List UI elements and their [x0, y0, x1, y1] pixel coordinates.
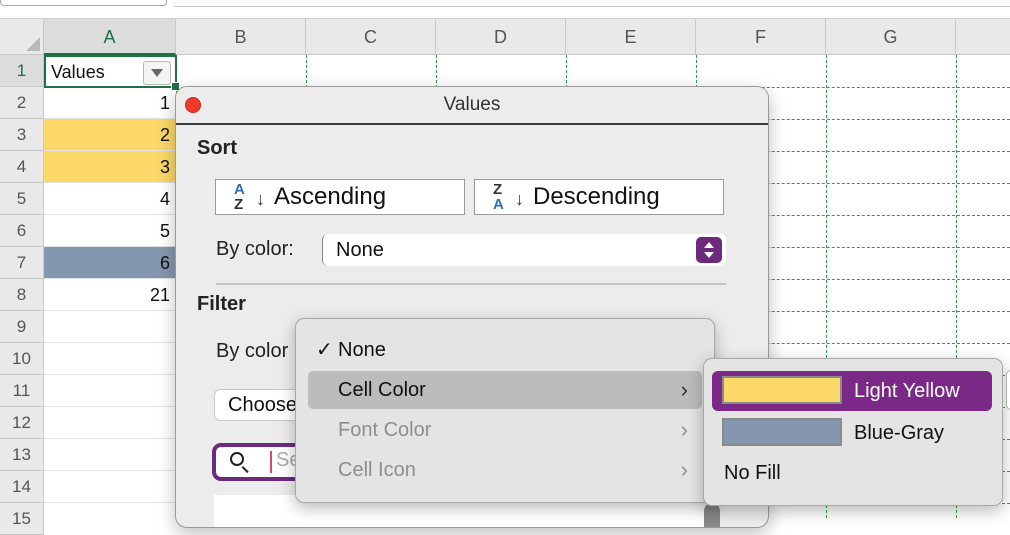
descending-label: Descending [533, 183, 660, 210]
sort-descending-icon: Z A ↓ [493, 181, 524, 213]
partial-button[interactable] [1006, 370, 1010, 410]
search-icon [230, 452, 244, 466]
submenu-item-label: Blue-Gray [854, 422, 945, 444]
cell-a6[interactable]: 5 [44, 215, 176, 247]
row-header-4[interactable]: 4 [0, 151, 44, 183]
row-header-8[interactable]: 8 [0, 279, 44, 311]
sort-by-color-select[interactable]: None [322, 234, 726, 266]
row-header-14[interactable]: 14 [0, 471, 44, 503]
cell-a2[interactable]: 1 [44, 87, 176, 119]
name-box[interactable] [0, 0, 167, 6]
close-button[interactable] [185, 97, 201, 113]
row-header-1[interactable]: 1 [0, 55, 44, 87]
column-header-b[interactable]: B [176, 19, 306, 55]
menu-item-label: Cell Color [338, 379, 426, 401]
cell-a11[interactable] [44, 375, 176, 407]
filter-by-color-label: By color [216, 340, 289, 362]
filter-heading: Filter [197, 293, 246, 315]
menu-item-none[interactable]: ✓ None [308, 331, 702, 369]
submenu-item-light-yellow[interactable]: Light Yellow [712, 371, 992, 411]
sort-ascending-icon: A Z ↓ [234, 181, 265, 213]
chevron-right-icon: › [680, 457, 688, 482]
column-header-h[interactable] [956, 19, 1010, 55]
cell-a5[interactable]: 4 [44, 183, 176, 215]
dialog-title: Values [176, 87, 768, 125]
submenu-item-label: No Fill [724, 462, 781, 484]
list-scrollbar[interactable] [704, 503, 720, 527]
select-all-corner[interactable] [0, 19, 44, 55]
color-swatch [722, 376, 842, 404]
header-cell-label: Values [51, 62, 105, 82]
cell-a3[interactable]: 2 [44, 119, 176, 151]
sort-heading: Sort [197, 137, 237, 159]
column-header-g[interactable]: G [826, 19, 956, 55]
menu-item-label: None [338, 339, 386, 361]
select-stepper-icon [696, 237, 722, 263]
menu-item-font-color[interactable]: Font Color › [308, 411, 702, 449]
cell-color-submenu: Light Yellow Blue-Gray No Fill [703, 358, 1003, 506]
formula-bar-border [174, 6, 1010, 7]
menu-item-cell-icon[interactable]: Cell Icon › [308, 451, 702, 489]
row-header-6[interactable]: 6 [0, 215, 44, 247]
menu-item-label: Font Color [338, 419, 432, 441]
cell-a10[interactable] [44, 343, 176, 375]
column-header-f[interactable]: F [696, 19, 826, 55]
filter-color-menu: ✓ None Cell Color › Font Color › Cell Ic… [295, 318, 715, 503]
row-header-11[interactable]: 11 [0, 375, 44, 407]
menu-item-cell-color[interactable]: Cell Color › [308, 371, 702, 409]
submenu-item-label: Light Yellow [854, 380, 960, 402]
row-header-12[interactable]: 12 [0, 407, 44, 439]
filter-dropdown-button[interactable] [143, 61, 171, 85]
cell-a9[interactable] [44, 311, 176, 343]
menu-item-label: Cell Icon [338, 459, 416, 481]
cell-a4[interactable]: 3 [44, 151, 176, 183]
sort-by-color-label: By color: [216, 238, 294, 260]
cell-a8[interactable]: 21 [44, 279, 176, 311]
column-header-c[interactable]: C [306, 19, 436, 55]
checkmark-icon: ✓ [316, 339, 333, 361]
text-caret [270, 451, 272, 473]
color-swatch [722, 418, 842, 446]
divider [216, 283, 726, 285]
row-header-13[interactable]: 13 [0, 439, 44, 471]
sort-by-color-value: None [336, 239, 384, 261]
submenu-item-no-fill[interactable]: No Fill [712, 453, 992, 493]
row-header-10[interactable]: 10 [0, 343, 44, 375]
row-header-5[interactable]: 5 [0, 183, 44, 215]
choose-label: Choose [228, 394, 297, 416]
formula-bar [0, 0, 1010, 19]
chevron-right-icon: › [680, 377, 688, 402]
row-header-9[interactable]: 9 [0, 311, 44, 343]
column-header-a[interactable]: A [44, 19, 176, 55]
cell-a12[interactable] [44, 407, 176, 439]
column-header-e[interactable]: E [566, 19, 696, 55]
row-header-2[interactable]: 2 [0, 87, 44, 119]
row-header-3[interactable]: 3 [0, 119, 44, 151]
chevron-right-icon: › [680, 417, 688, 442]
cell-a7[interactable]: 6 [44, 247, 176, 279]
sort-ascending-button[interactable]: A Z ↓ Ascending [215, 179, 465, 215]
cell-a14[interactable] [44, 471, 176, 503]
row-header-7[interactable]: 7 [0, 247, 44, 279]
column-header-d[interactable]: D [436, 19, 566, 55]
row-header-15[interactable]: 15 [0, 503, 44, 535]
cell-a1-selected[interactable]: Values [44, 55, 180, 91]
sort-descending-button[interactable]: Z A ↓ Descending [474, 179, 724, 215]
submenu-item-blue-gray[interactable]: Blue-Gray [712, 413, 992, 453]
ascending-label: Ascending [274, 183, 387, 210]
cell-a13[interactable] [44, 439, 176, 471]
